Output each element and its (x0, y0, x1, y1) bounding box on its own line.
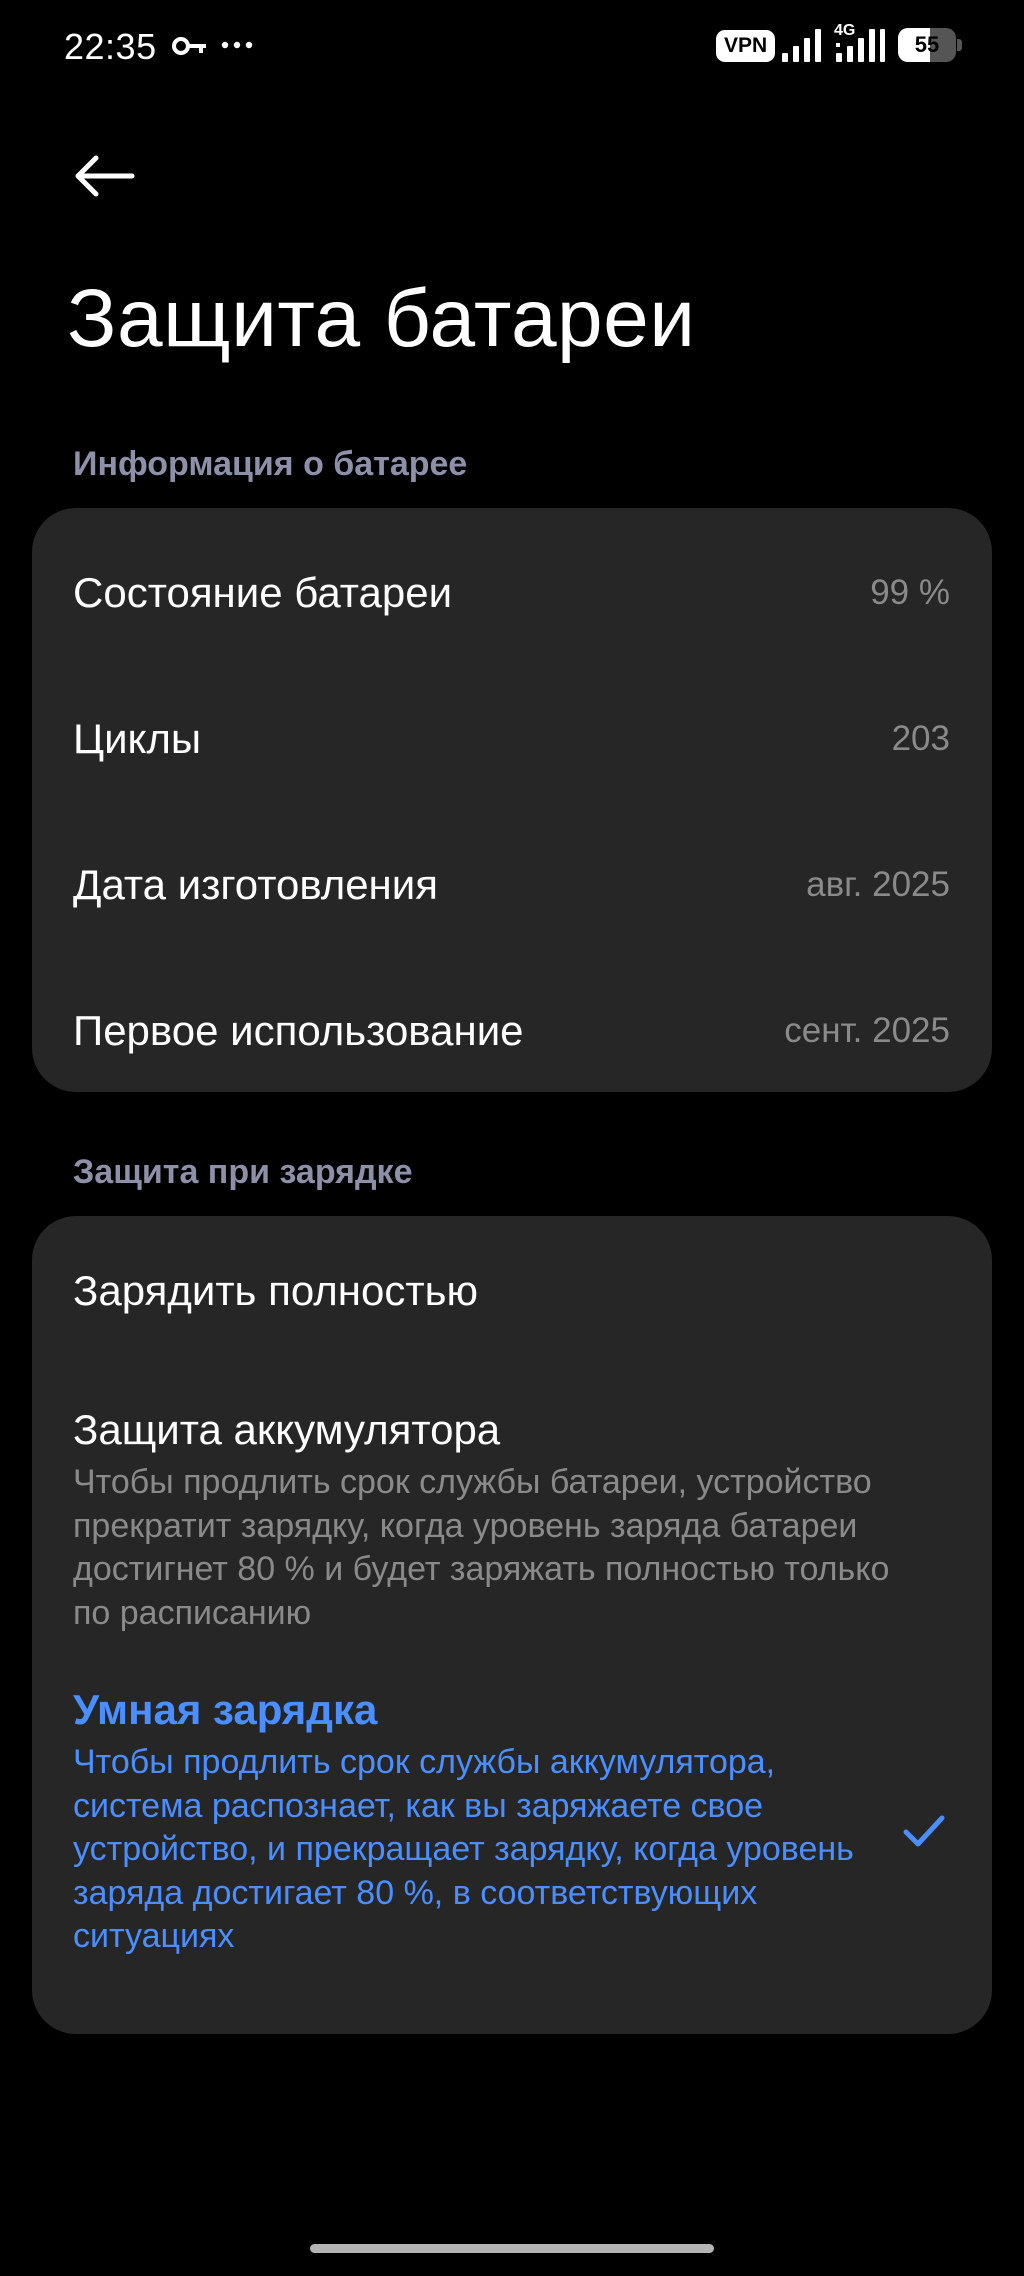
option-title: Защита аккумулятора (73, 1406, 501, 1453)
battery-info-card: Состояние батареи 99 % Циклы 203 Дата из… (32, 508, 992, 1092)
more-icon (221, 41, 253, 49)
section-header-battery-info: Информация о батарее (73, 445, 468, 483)
option-smart-charging[interactable]: Умная зарядка Чтобы продлить срок службы… (32, 1644, 992, 2034)
first-use-label: Первое использование (73, 1007, 524, 1054)
battery-health-row[interactable]: Состояние батареи 99 % (32, 520, 992, 666)
battery-cycles-label: Циклы (73, 715, 202, 762)
key-icon (172, 37, 206, 55)
manufacture-date-value: авг. 2025 (806, 865, 950, 904)
battery-icon: 55 (898, 28, 962, 62)
battery-cycles-value: 203 (891, 719, 950, 758)
option-title: Зарядить полностью (73, 1267, 478, 1314)
battery-health-label: Состояние батареи (73, 569, 453, 616)
page-title: Защита батареи (67, 273, 696, 364)
back-button[interactable] (64, 140, 144, 212)
signal-icon (836, 29, 885, 62)
battery-level: 55 (914, 32, 940, 57)
option-battery-protection[interactable]: Защита аккумулятора Чтобы продлить срок … (32, 1364, 992, 1644)
manufacture-date-row[interactable]: Дата изготовления авг. 2025 (32, 812, 992, 958)
option-title: Умная зарядка (73, 1686, 378, 1733)
battery-health-value: 99 % (870, 573, 950, 612)
home-indicator[interactable] (310, 2244, 714, 2253)
vpn-badge: VPN (716, 30, 776, 62)
arrow-left-icon (75, 155, 135, 197)
option-full-charge[interactable]: Зарядить полностью (32, 1216, 992, 1364)
charging-protection-card: Зарядить полностью Защита аккумулятора Ч… (32, 1216, 992, 2034)
first-use-row[interactable]: Первое использование сент. 2025 (32, 958, 992, 1104)
section-header-charging-protection: Защита при зарядке (73, 1153, 413, 1191)
manufacture-date-label: Дата изготовления (73, 861, 438, 908)
checkmark-icon (903, 1815, 945, 1847)
option-description: Чтобы продлить срок службы батареи, устр… (73, 1463, 890, 1632)
status-time: 22:35 (64, 26, 157, 67)
signal-icon (782, 29, 821, 62)
option-description: Чтобы продлить срок службы аккумулятора,… (73, 1743, 854, 1955)
first-use-value: сент. 2025 (784, 1011, 950, 1050)
status-bar: 22:35 VPN 4G 55 (0, 0, 1024, 92)
battery-cycles-row[interactable]: Циклы 203 (32, 666, 992, 812)
